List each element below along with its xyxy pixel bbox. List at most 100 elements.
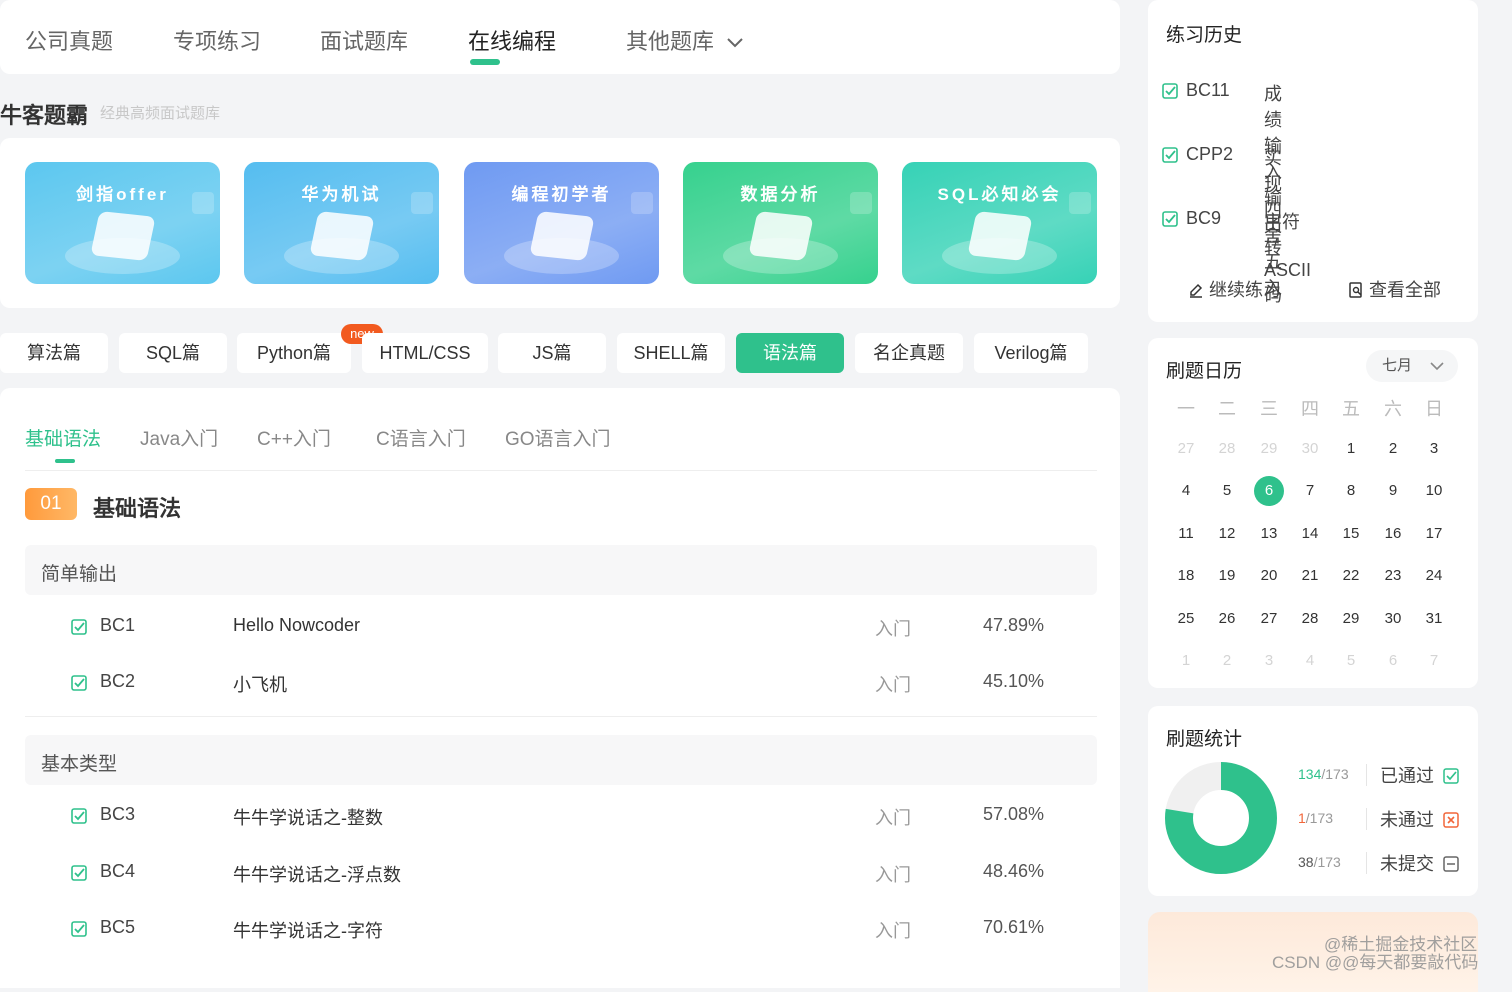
- category-js[interactable]: JS篇: [498, 333, 606, 373]
- calendar-day[interactable]: 13: [1254, 519, 1284, 549]
- calendar-day[interactable]: 3: [1254, 646, 1284, 676]
- problem-row[interactable]: BC1 Hello Nowcoder 入门 47.89%: [25, 599, 1097, 655]
- problem-title[interactable]: 小飞机: [233, 671, 287, 697]
- failed-label: 未通过: [1380, 810, 1434, 830]
- group-header[interactable]: 简单输出: [25, 545, 1097, 595]
- weekday-label: 日: [1425, 399, 1443, 419]
- calendar-day[interactable]: 19: [1212, 561, 1242, 591]
- pencil-icon: [1190, 283, 1203, 298]
- calendar-day[interactable]: 5: [1336, 646, 1366, 676]
- calendar-day[interactable]: 26: [1212, 604, 1242, 634]
- nav-online-coding[interactable]: 在线编程: [468, 24, 556, 65]
- calendar-day[interactable]: 28: [1295, 604, 1325, 634]
- view-all-button[interactable]: 查看全部: [1348, 276, 1441, 302]
- banner-label: 剑指offer: [76, 185, 169, 204]
- nav-company-questions[interactable]: 公司真题: [25, 24, 113, 56]
- category-syntax[interactable]: 语法篇: [736, 333, 844, 373]
- calendar-day[interactable]: 27: [1171, 434, 1201, 464]
- calendar-day[interactable]: 23: [1378, 561, 1408, 591]
- problem-row[interactable]: BC4 牛牛学说话之-浮点数 入门 48.46%: [25, 845, 1097, 901]
- nav-topic-practice[interactable]: 专项练习: [173, 24, 261, 56]
- calendar-day[interactable]: 4: [1171, 476, 1201, 506]
- calendar-day[interactable]: 11: [1171, 519, 1201, 549]
- calendar-day[interactable]: 6: [1378, 646, 1408, 676]
- calendar-day[interactable]: 30: [1378, 604, 1408, 634]
- calendar-day[interactable]: 9: [1378, 476, 1408, 506]
- calendar-day-today[interactable]: 6: [1254, 476, 1284, 507]
- problem-title[interactable]: 牛牛学说话之-字符: [233, 917, 383, 943]
- nav-interview-bank[interactable]: 面试题库: [320, 24, 408, 56]
- calendar-day[interactable]: 12: [1212, 519, 1242, 549]
- history-title: 练习历史: [1166, 25, 1243, 46]
- calendar-day[interactable]: 20: [1254, 561, 1284, 591]
- problem-row[interactable]: BC3 牛牛学说话之-整数 入门 57.08%: [25, 788, 1097, 844]
- calendar-day[interactable]: 7: [1419, 646, 1449, 676]
- calendar-day[interactable]: 30: [1295, 434, 1325, 464]
- subtab-basic-syntax[interactable]: 基础语法: [25, 424, 101, 463]
- problem-title[interactable]: 牛牛学说话之-整数: [233, 804, 383, 830]
- watermark-line-2: CSDN @@每天都要敲代码: [1272, 953, 1479, 972]
- weekday-label: 五: [1342, 399, 1360, 419]
- category-famous-companies[interactable]: 名企真题: [855, 333, 963, 373]
- category-algorithm[interactable]: 算法篇: [0, 333, 108, 373]
- stat-separator: [1366, 764, 1367, 786]
- calendar-day[interactable]: 7: [1295, 476, 1325, 506]
- calendar-day[interactable]: 14: [1295, 519, 1325, 549]
- calendar-day[interactable]: 3: [1419, 434, 1449, 464]
- calendar-day[interactable]: 22: [1336, 561, 1366, 591]
- problem-row[interactable]: BC2 小飞机 入门 45.10%: [25, 655, 1097, 711]
- calendar-day[interactable]: 24: [1419, 561, 1449, 591]
- problem-title[interactable]: 牛牛学说话之-浮点数: [233, 861, 401, 887]
- sql-book-illustration: [967, 211, 1033, 261]
- subtab-cpp-intro[interactable]: C++入门: [257, 424, 331, 451]
- calendar-day[interactable]: 17: [1419, 519, 1449, 549]
- banner-sql[interactable]: SQL必知必会: [902, 162, 1097, 284]
- banner-huawei-test[interactable]: 华为机试: [244, 162, 439, 284]
- calendar-day[interactable]: 1: [1336, 434, 1366, 464]
- calendar-day[interactable]: 1: [1171, 646, 1201, 676]
- banner-jianzhi-offer[interactable]: 剑指offer: [25, 162, 220, 284]
- calendar-day[interactable]: 2: [1212, 646, 1242, 676]
- banner-label: 编程初学者: [511, 185, 612, 204]
- group-header[interactable]: 基本类型: [25, 735, 1097, 785]
- calendar-day[interactable]: 28: [1212, 434, 1242, 464]
- subtab-go-intro[interactable]: GO语言入门: [505, 424, 611, 451]
- calendar-day[interactable]: 15: [1336, 519, 1366, 549]
- continue-practice-button[interactable]: 继续练习: [1188, 276, 1281, 302]
- calendar-day[interactable]: 10: [1419, 476, 1449, 506]
- pie-chart-illustration: [748, 211, 814, 261]
- category-python[interactable]: Python篇: [237, 333, 351, 373]
- nav-other-banks[interactable]: 其他题库: [626, 24, 744, 56]
- calendar-day[interactable]: 21: [1295, 561, 1325, 591]
- unsubmitted-count: 38: [1298, 854, 1314, 870]
- category-sql[interactable]: SQL篇: [119, 333, 227, 373]
- banner-beginner[interactable]: 编程初学者: [464, 162, 659, 284]
- unsubmitted-total: /173: [1313, 854, 1341, 870]
- calendar-day[interactable]: 31: [1419, 604, 1449, 634]
- problem-title[interactable]: Hello Nowcoder: [233, 615, 360, 636]
- banner-data-analysis[interactable]: 数据分析: [683, 162, 878, 284]
- calendar-day[interactable]: 29: [1254, 434, 1284, 464]
- subtab-java-intro[interactable]: Java入门: [140, 424, 218, 451]
- problem-row[interactable]: BC5 牛牛学说话之-字符 入门 70.61%: [25, 901, 1097, 957]
- category-verilog[interactable]: Verilog篇: [974, 333, 1088, 373]
- calendar-day[interactable]: 29: [1336, 604, 1366, 634]
- problem-level: 入门: [875, 619, 911, 639]
- calendar-day[interactable]: 2: [1378, 434, 1408, 464]
- month-select[interactable]: 七月: [1366, 350, 1458, 382]
- month-select-value: 七月: [1382, 357, 1413, 374]
- group-name: 基本类型: [41, 754, 118, 775]
- problem-level: 入门: [875, 808, 911, 828]
- problem-level: 入门: [875, 921, 911, 941]
- calendar-day[interactable]: 5: [1212, 476, 1242, 506]
- calendar-day[interactable]: 27: [1254, 604, 1284, 634]
- checkbox-done-icon: [71, 921, 87, 937]
- subtab-c-intro[interactable]: C语言入门: [376, 424, 466, 451]
- calendar-day[interactable]: 25: [1171, 604, 1201, 634]
- category-shell[interactable]: SHELL篇: [617, 333, 725, 373]
- calendar-day[interactable]: 16: [1378, 519, 1408, 549]
- category-html-css[interactable]: HTML/CSS: [362, 333, 488, 373]
- calendar-day[interactable]: 18: [1171, 561, 1201, 591]
- calendar-day[interactable]: 4: [1295, 646, 1325, 676]
- calendar-day[interactable]: 8: [1336, 476, 1366, 506]
